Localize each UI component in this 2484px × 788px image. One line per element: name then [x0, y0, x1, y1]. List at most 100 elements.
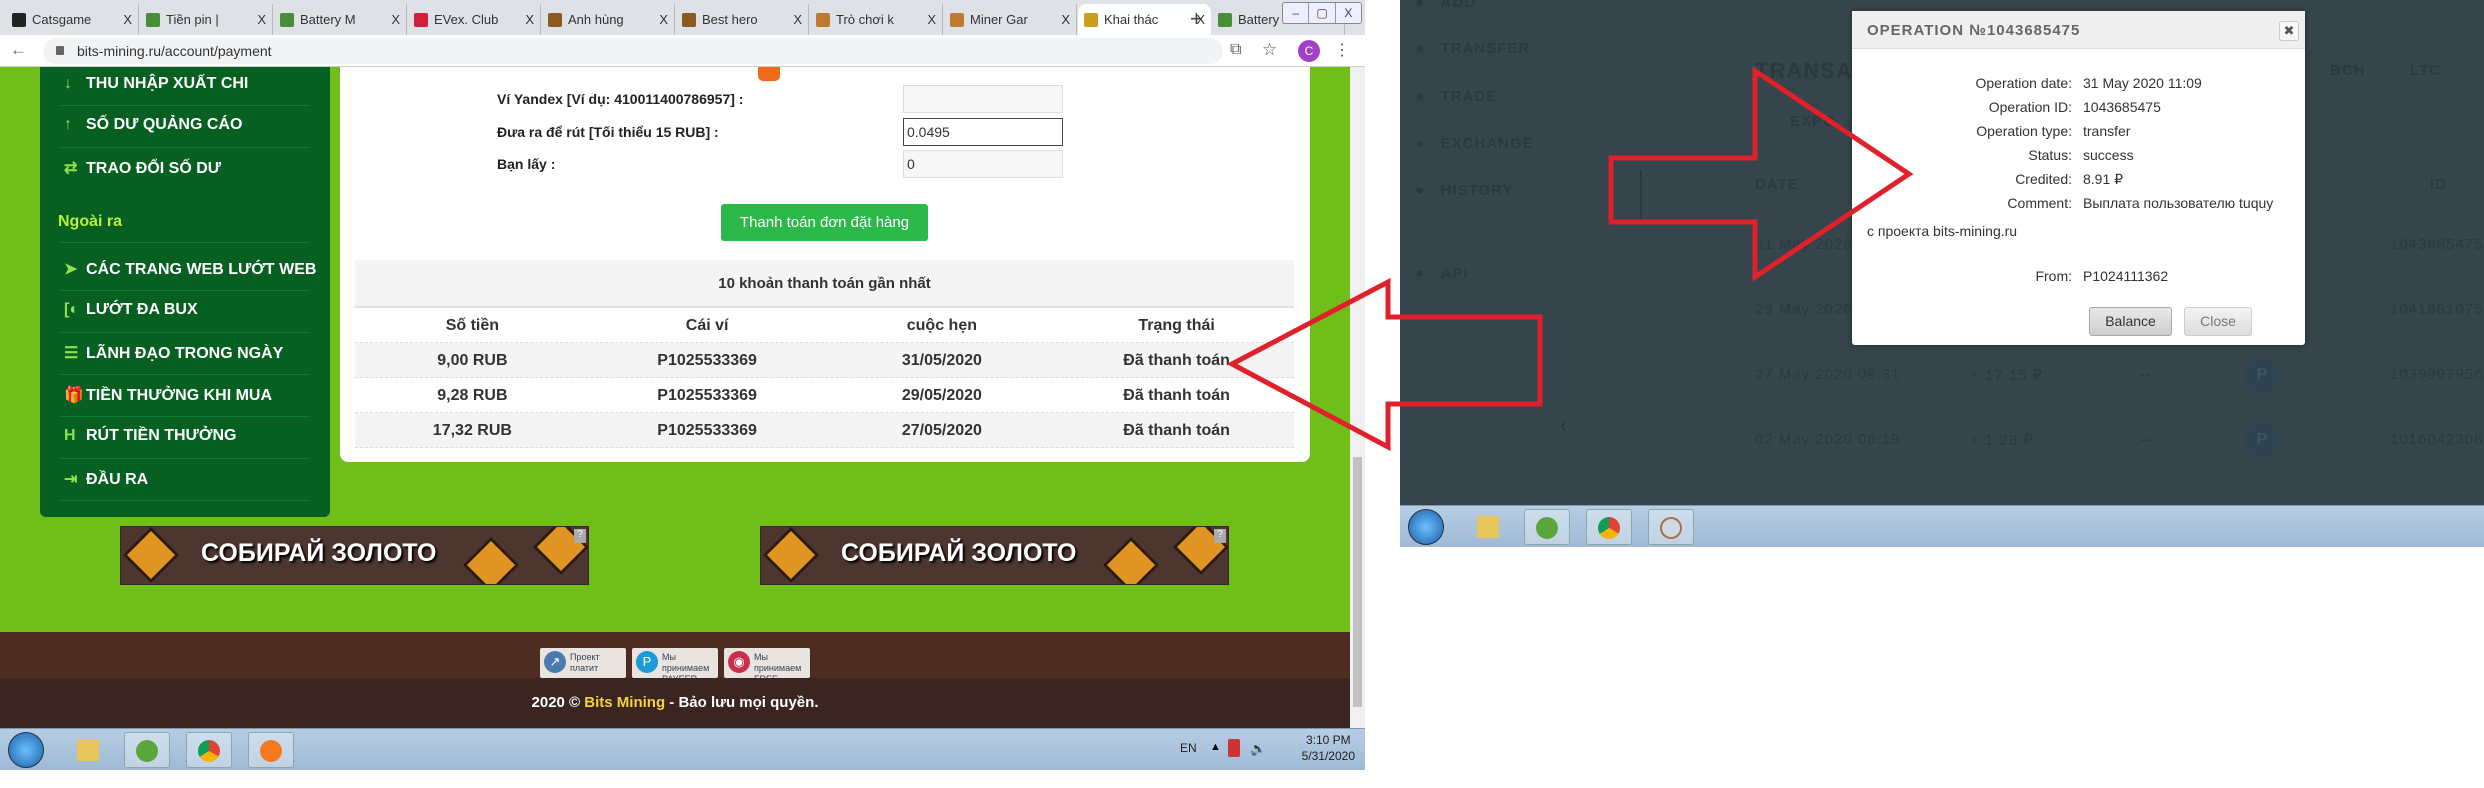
sidebar-item-ad-balance[interactable]: ↑ SỐ DƯ QUẢNG CÁO	[64, 116, 242, 134]
payeer-menu-item[interactable]: ● API	[1415, 265, 1469, 282]
start-button[interactable]	[1408, 509, 1444, 545]
sidebar-item-exchange-balance[interactable]: ⇄ TRAO ĐỔI SỐ DƯ	[64, 158, 221, 178]
browser-tab[interactable]: Trò chơi k X	[810, 4, 943, 35]
taskbar-explorer[interactable]	[1466, 509, 1512, 545]
table-cell: 29/05/2020	[901, 387, 982, 404]
currency-tab[interactable]: BCH	[2330, 62, 2366, 79]
withdraw-amount-input[interactable]	[903, 118, 1063, 146]
network-icon[interactable]	[1228, 739, 1240, 757]
tab-close-icon[interactable]: X	[659, 12, 668, 27]
tray-expand-icon[interactable]: ▲	[1210, 741, 1221, 753]
collapse-chevron-icon[interactable]: ‹	[1560, 415, 1568, 438]
sidebar-item-icon: ☰	[64, 345, 79, 362]
sidebar-item[interactable]: ☰ LÃNH ĐẠO TRONG NGÀY	[64, 343, 283, 363]
tab-label: Miner Gar	[970, 12, 1028, 27]
tab-close-icon[interactable]: X	[123, 12, 132, 27]
ad-info-icon[interactable]: ?	[574, 529, 586, 543]
field-label: Operation type:	[1976, 123, 2072, 139]
export-link[interactable]: EXPO	[1790, 113, 1836, 130]
new-tab-button[interactable]: +	[1190, 6, 1203, 32]
browser-tab[interactable]: Anh hùng X	[542, 4, 675, 35]
sidebar-item[interactable]: [◐ LƯỚT ĐA BUX	[64, 301, 198, 319]
header-status: Trạng thái	[1138, 317, 1215, 334]
submit-payment-button[interactable]: Thanh toán đơn đặt hàng	[721, 204, 928, 241]
ad-banner[interactable]: СОБИРАЙ ЗОЛОТО ?	[120, 526, 589, 585]
browser-tab[interactable]: Miner Gar X	[944, 4, 1077, 35]
free-kassa-icon: ◉	[728, 651, 750, 673]
badge-text: Проект платит	[570, 652, 600, 673]
payeer-menu-item[interactable]: ● EXCHANGE	[1415, 135, 1534, 152]
badge-free-kassa[interactable]: ◉Мы принимаем FREE-KASSA	[724, 648, 810, 695]
close-window-button[interactable]: X	[1336, 3, 1361, 23]
badge-payeer[interactable]: PМы принимаем PAYEER	[632, 648, 718, 684]
sidebar-item[interactable]: H RÚT TIỀN THƯỞNG	[64, 427, 236, 445]
start-button[interactable]	[8, 732, 44, 768]
tab-close-icon[interactable]: X	[257, 12, 266, 27]
tab-favicon-icon	[816, 12, 830, 27]
browser-tab[interactable]: Catsgame X	[6, 4, 139, 35]
maximize-button[interactable]: ▢	[1309, 3, 1336, 23]
menu-kebab-icon[interactable]: ⋮	[1334, 40, 1350, 60]
ad-banner[interactable]: СОБИРАЙ ЗОЛОТО ?	[760, 526, 1229, 585]
banner-text: СОБИРАЙ ЗОЛОТО	[841, 539, 1077, 567]
sidebar: ↓ THU NHẬP XUẤT CHI ↑ SỐ DƯ QUẢNG CÁO ⇄ TRA…	[40, 67, 330, 517]
taskbar-ccleaner[interactable]	[124, 732, 170, 768]
badge-project-pays[interactable]: ↗ Проект платит	[540, 648, 626, 678]
tab-label: EVex. Club	[434, 12, 499, 27]
taskbar-paint[interactable]	[1648, 509, 1694, 545]
bookmark-star-icon[interactable]: ☆	[1262, 40, 1277, 60]
browser-tab[interactable]: EVex. Club X	[408, 4, 541, 35]
sidebar-item[interactable]: ➤ CÁC TRANG WEB LƯỚT WEB	[64, 259, 316, 279]
menu-icon: ●	[1415, 40, 1441, 57]
tab-close-icon[interactable]: X	[1061, 12, 1070, 27]
tx-id-link[interactable]: 1043685475	[2390, 236, 2483, 253]
url-input[interactable]: bits-mining.ru/account/payment	[43, 38, 1223, 64]
taskbar-chrome[interactable]	[186, 732, 232, 768]
sidebar-item-income[interactable]: ↓ THU NHẬP XUẤT CHI	[64, 75, 248, 93]
profile-avatar[interactable]: C	[1298, 40, 1320, 62]
sidebar-item[interactable]: 🎁 TIỀN THƯỞNG KHI MUA	[64, 385, 272, 405]
receive-amount-input[interactable]	[903, 150, 1063, 178]
taskbar-ccleaner[interactable]	[1524, 509, 1570, 545]
header-date: cuộc hẹn	[906, 317, 977, 334]
back-icon[interactable]: ←	[10, 40, 41, 59]
payeer-menu-item[interactable]: ● TRADE	[1415, 88, 1497, 105]
payeer-menu-item[interactable]: ● HISTORY	[1415, 182, 1513, 199]
currency-tab[interactable]: LTC	[2410, 62, 2441, 79]
yandex-wallet-input[interactable]	[903, 85, 1063, 113]
close-icon[interactable]: ✖	[2279, 21, 2299, 41]
page-scrollbar[interactable]	[1350, 67, 1365, 728]
brand-link[interactable]: Bits Mining	[584, 694, 665, 711]
ad-info-icon[interactable]: ?	[1214, 529, 1226, 543]
tx-id-link[interactable]: 1041881075	[2390, 301, 2483, 318]
translate-icon[interactable]: ⧉	[1230, 41, 1241, 59]
field-value: 1043685475	[2083, 99, 2161, 115]
menu-label: EXCHANGE	[1440, 135, 1534, 152]
tab-close-icon[interactable]: X	[927, 12, 936, 27]
payeer-menu-item[interactable]: ● TRANSFER	[1415, 40, 1530, 57]
paint-icon	[1660, 517, 1682, 539]
browser-tab[interactable]: Tiền pin | X	[140, 4, 273, 35]
payeer-menu-item[interactable]: ● ADD	[1415, 0, 1476, 11]
field-label: Comment:	[2007, 195, 2072, 211]
clock[interactable]: 3:10 PM 5/31/2020	[1302, 732, 1355, 764]
balance-button[interactable]: Balance	[2089, 307, 2172, 336]
close-button[interactable]: Close	[2184, 307, 2252, 336]
browser-tab[interactable]: Best hero X	[676, 4, 809, 35]
language-indicator[interactable]: EN	[1180, 741, 1197, 755]
tab-close-icon[interactable]: X	[525, 12, 534, 27]
scrollbar-thumb[interactable]	[1353, 457, 1362, 707]
payeer-coin-icon: P	[2245, 358, 2279, 392]
volume-icon[interactable]: 🔈	[1250, 741, 1266, 757]
tab-close-icon[interactable]: X	[793, 12, 802, 27]
minimize-button[interactable]: –	[1283, 3, 1310, 23]
tx-id-link[interactable]: 1039997956	[2390, 366, 2483, 383]
taskbar-chrome[interactable]	[1586, 509, 1632, 545]
tx-id-link[interactable]: 1016042308	[2390, 431, 2483, 448]
taskbar-explorer[interactable]	[66, 732, 112, 768]
browser-tab[interactable]: Battery M X	[274, 4, 407, 35]
tab-close-icon[interactable]: X	[391, 12, 400, 27]
sidebar-item[interactable]: ⇥ ĐẦU RA	[64, 469, 148, 489]
sidebar-item-icon: ➤	[64, 261, 78, 278]
taskbar-avast[interactable]	[248, 732, 294, 768]
